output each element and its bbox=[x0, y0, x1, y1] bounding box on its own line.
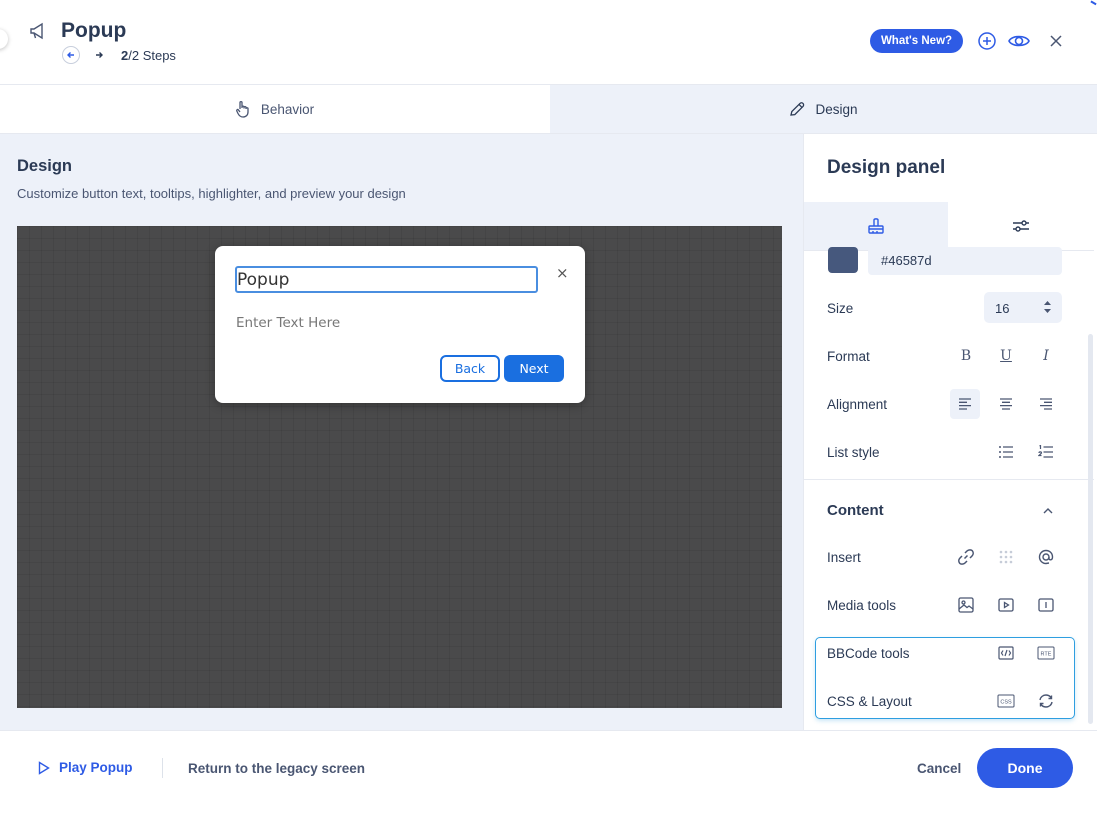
close-icon[interactable] bbox=[1049, 34, 1063, 48]
paint-brush-icon bbox=[867, 216, 885, 236]
media-tools-label: Media tools bbox=[827, 598, 897, 613]
css-icon[interactable]: CSS bbox=[991, 686, 1021, 716]
bullet-list-icon[interactable] bbox=[991, 437, 1021, 467]
hand-pointer-icon bbox=[235, 100, 251, 118]
bbcode-tools-label: BBCode tools bbox=[827, 646, 910, 661]
play-popup-label: Play Popup bbox=[59, 760, 133, 775]
arrow-right-icon bbox=[96, 52, 103, 58]
eye-preview-icon[interactable] bbox=[1008, 30, 1030, 52]
section-subtitle: Customize button text, tooltips, highlig… bbox=[17, 186, 406, 201]
play-popup-button[interactable]: Play Popup bbox=[38, 760, 133, 775]
collapse-handle[interactable] bbox=[0, 29, 8, 49]
code-brackets-icon[interactable] bbox=[991, 638, 1021, 668]
rte-icon[interactable]: RTE bbox=[1031, 638, 1061, 668]
align-center-icon[interactable] bbox=[991, 389, 1021, 419]
size-label: Size bbox=[827, 301, 854, 316]
popup-title-field[interactable]: Popup bbox=[235, 266, 538, 293]
iframe-icon[interactable] bbox=[1031, 590, 1061, 620]
design-panel: Design panel #46587d Size 16 Format B U … bbox=[803, 134, 1097, 730]
popup-body-text[interactable]: Enter Text Here bbox=[236, 315, 340, 331]
step-counter: 2/2 Steps bbox=[121, 48, 176, 63]
video-icon[interactable] bbox=[991, 590, 1021, 620]
popup-preview: × Popup Enter Text Here Back Next bbox=[215, 246, 585, 403]
previous-step-button[interactable] bbox=[62, 46, 80, 64]
corner-indicator bbox=[1090, 0, 1097, 6]
content-section-title: Content bbox=[827, 502, 884, 519]
tab-behavior-label: Behavior bbox=[260, 101, 315, 117]
align-right-icon[interactable] bbox=[1031, 389, 1061, 419]
section-title: Design bbox=[17, 157, 73, 175]
panel-divider bbox=[804, 479, 1094, 480]
step-total: /2 Steps bbox=[128, 48, 176, 63]
panel-title: Design panel bbox=[827, 157, 946, 178]
tab-design[interactable]: Design bbox=[550, 85, 1097, 133]
numbered-list-icon[interactable] bbox=[1031, 437, 1061, 467]
font-size-stepper[interactable]: 16 bbox=[984, 292, 1062, 323]
popup-back-button[interactable]: Back bbox=[440, 355, 500, 382]
image-icon[interactable] bbox=[951, 590, 981, 620]
panel-tab-style[interactable] bbox=[804, 202, 948, 250]
panel-tab-settings[interactable] bbox=[948, 202, 1094, 250]
link-icon[interactable] bbox=[951, 542, 981, 572]
color-swatch[interactable] bbox=[828, 247, 858, 273]
next-step-button[interactable] bbox=[90, 46, 108, 64]
footer-bar: Play Popup Return to the legacy screen C… bbox=[0, 730, 1097, 818]
stepper-arrows-icon[interactable] bbox=[1043, 300, 1052, 314]
css-icon-text: CSS bbox=[1000, 700, 1012, 706]
tab-behavior[interactable]: Behavior bbox=[0, 85, 549, 133]
done-button[interactable]: Done bbox=[977, 748, 1073, 788]
megaphone-icon bbox=[29, 21, 49, 41]
font-size-value: 16 bbox=[995, 301, 1010, 316]
tab-design-label: Design bbox=[815, 101, 858, 117]
color-hex-input[interactable]: #46587d bbox=[868, 247, 1062, 275]
chevron-up-icon[interactable] bbox=[1033, 496, 1063, 526]
panel-scrollbar[interactable] bbox=[1088, 334, 1093, 724]
insert-label: Insert bbox=[827, 550, 861, 565]
alignment-label: Alignment bbox=[827, 397, 888, 412]
css-layout-label: CSS & Layout bbox=[827, 694, 912, 709]
bold-icon[interactable]: B bbox=[951, 341, 981, 371]
pencil-icon bbox=[789, 101, 805, 117]
footer-divider bbox=[162, 758, 163, 778]
top-header: Popup 2/2 Steps What's New? bbox=[0, 0, 1097, 85]
list-style-label: List style bbox=[827, 445, 880, 460]
mode-tabs: Behavior Design bbox=[0, 85, 1097, 134]
popup-next-button[interactable]: Next bbox=[504, 355, 564, 382]
cancel-button[interactable]: Cancel bbox=[917, 761, 961, 776]
arrow-left-icon bbox=[67, 52, 74, 58]
design-main-area: Design Customize button text, tooltips, … bbox=[0, 134, 803, 730]
rte-icon-text: RTE bbox=[1041, 652, 1052, 658]
page-title: Popup bbox=[61, 19, 127, 42]
preview-canvas: × Popup Enter Text Here Back Next bbox=[17, 226, 782, 708]
underline-icon[interactable]: U bbox=[991, 341, 1021, 371]
add-circle-icon[interactable] bbox=[977, 30, 997, 52]
refresh-icon[interactable] bbox=[1031, 686, 1061, 716]
whats-new-button[interactable]: What's New? bbox=[870, 29, 963, 53]
play-icon bbox=[38, 760, 50, 775]
at-sign-icon[interactable] bbox=[1031, 542, 1061, 572]
align-left-icon[interactable] bbox=[950, 389, 980, 419]
popup-close-button[interactable]: × bbox=[556, 264, 569, 282]
format-label: Format bbox=[827, 349, 870, 364]
variable-dots-icon[interactable] bbox=[991, 542, 1021, 572]
sliders-icon bbox=[1012, 218, 1030, 234]
italic-icon[interactable]: I bbox=[1031, 341, 1061, 371]
legacy-screen-link[interactable]: Return to the legacy screen bbox=[188, 761, 365, 776]
